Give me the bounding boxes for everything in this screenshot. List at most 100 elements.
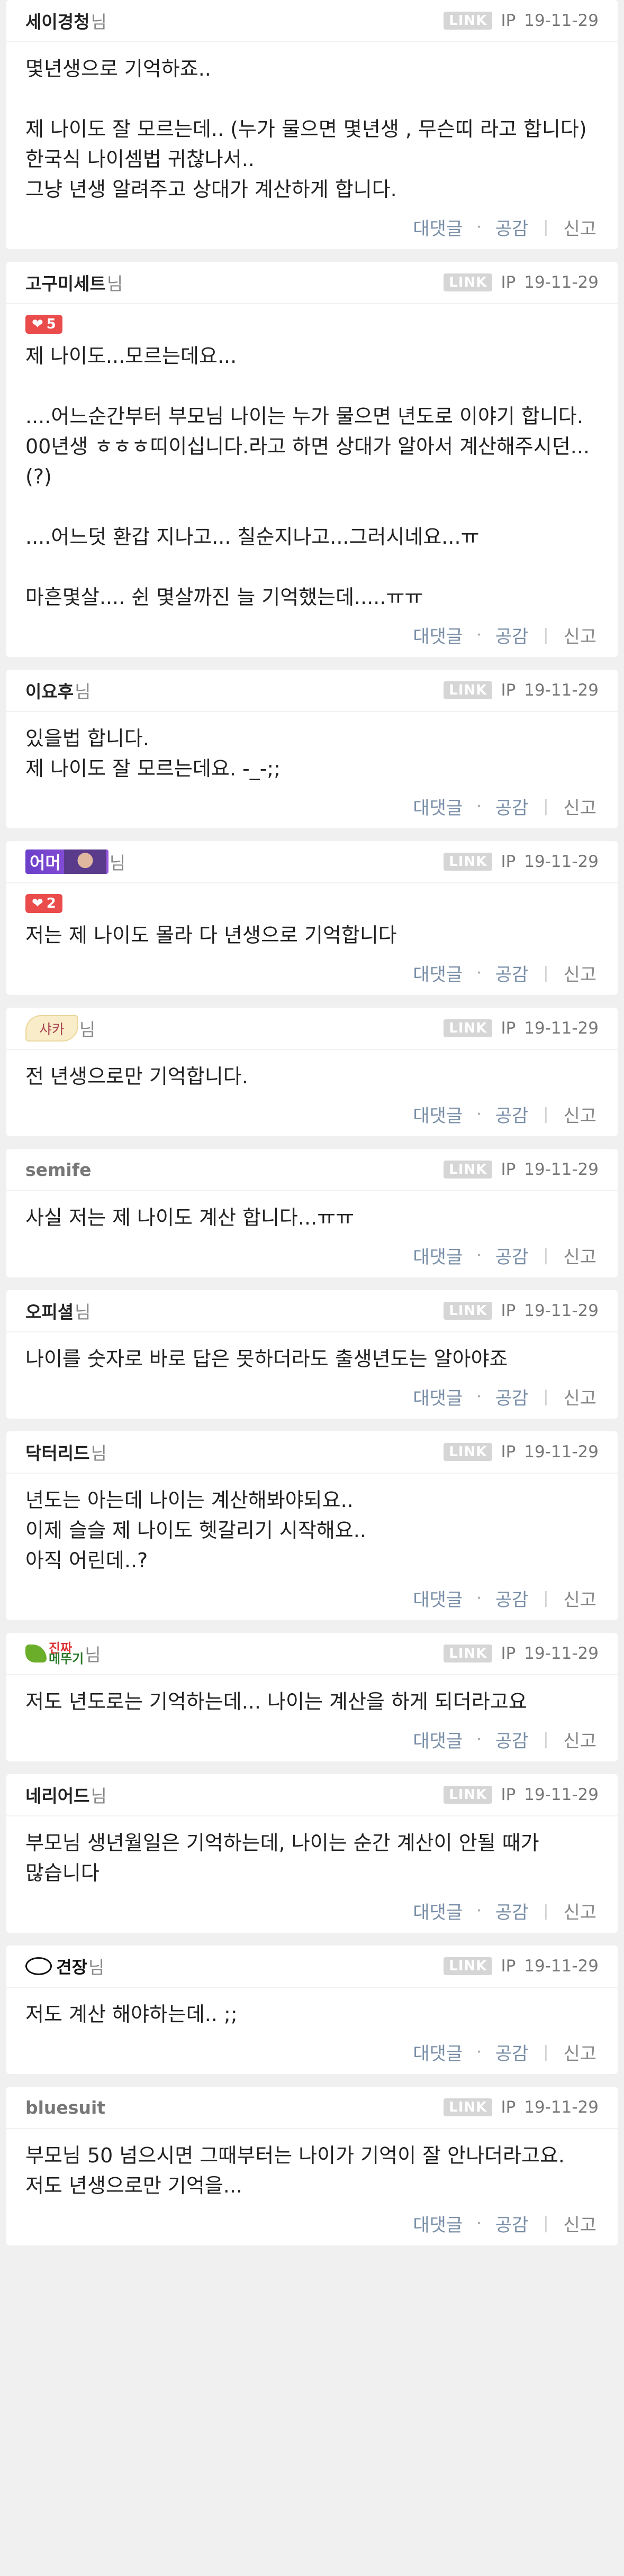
comment-meta: LINK IP 19-11-29 (444, 11, 599, 30)
comment-body: 몇년생으로 기억하죠.. 제 나이도 잘 모르는데.. (누가 물으면 몇년생 … (25, 42, 599, 205)
separator: | (543, 625, 549, 644)
comment-card: 이요후 님 LINK IP 19-11-29 있을법 합니다. 제 나이도 잘 모르는데요… (6, 670, 618, 828)
like-button[interactable]: 공감 (493, 1585, 531, 1611)
comment-header: 이요후 님 LINK IP 19-11-29 (6, 670, 618, 712)
comment-meta: LINK IP 19-11-29 (444, 1957, 599, 1976)
report-button[interactable]: 신고 (561, 1384, 599, 1410)
report-button[interactable]: 신고 (561, 2039, 599, 2065)
comment-meta: LINK IP 19-11-29 (444, 1644, 599, 1663)
like-count-badge: ❤ 5 (25, 315, 62, 334)
like-button[interactable]: 공감 (493, 2210, 531, 2236)
separator: | (543, 2214, 549, 2233)
comment-body: ❤ 5 제 나이도...모르는데요... ....어느순간부터 부모님 나이는 누가… (25, 304, 599, 613)
ip-label: IP (501, 273, 516, 292)
reply-button[interactable]: 대댓글 (411, 1384, 465, 1410)
report-button[interactable]: 신고 (561, 214, 599, 240)
link-badge: LINK (444, 1957, 493, 1975)
separator: | (543, 1246, 549, 1265)
comment-actions: 대댓글 · 공감 | 신고 (25, 1092, 599, 1136)
comment-actions: 대댓글 · 공감 | 신고 (25, 1374, 599, 1419)
like-button[interactable]: 공감 (493, 2039, 531, 2065)
comment-body: 나이를 숫자로 바로 답은 못하더라도 출생년도는 알아야죠 (25, 1332, 599, 1374)
link-badge: LINK (444, 1645, 493, 1662)
comment-card: 네리어드 님 LINK IP 19-11-29 부모님 생년월일은 기억하는데, 나이는 … (6, 1774, 618, 1933)
comment-date: 19-11-29 (524, 11, 599, 30)
nickname[interactable]: 네리어드 (25, 1782, 89, 1807)
ip-label: IP (501, 852, 516, 871)
heart-icon: ❤ (32, 896, 43, 911)
reply-button[interactable]: 대댓글 (411, 1101, 465, 1127)
like-button[interactable]: 공감 (493, 1243, 531, 1268)
nickname-image[interactable]: 어머 (25, 849, 108, 874)
nickname-image[interactable]: 샤카 (25, 1015, 78, 1042)
comment-actions: 대댓글 · 공감 | 신고 (25, 613, 599, 657)
nickname-text: 견장 (56, 1957, 87, 1977)
report-button[interactable]: 신고 (561, 1101, 599, 1127)
report-button[interactable]: 신고 (561, 1585, 599, 1611)
comment-body: 부모님 50 넘으시면 그때부터는 나이가 기억이 잘 안나더라고요. 저도 년… (25, 2129, 599, 2201)
nickname-image[interactable]: 진짜 메뚜기 (25, 1641, 84, 1666)
separator: | (543, 1588, 549, 1607)
like-button[interactable]: 공감 (493, 622, 531, 648)
comment-body: 전 년생으로만 기억합니다. (25, 1050, 599, 1092)
nickname[interactable]: 닥터리드 (25, 1439, 89, 1465)
nickname[interactable]: semife (25, 1159, 91, 1180)
like-button[interactable]: 공감 (493, 1384, 531, 1410)
like-button[interactable]: 공감 (493, 1101, 531, 1127)
comment-meta: LINK IP 19-11-29 (444, 852, 599, 871)
avatar-image (64, 849, 106, 874)
nickname-suffix: 님 (79, 1019, 96, 1040)
reply-button[interactable]: 대댓글 (411, 1898, 465, 1924)
ip-label: IP (501, 1785, 516, 1804)
nickname[interactable]: 오피셜 (25, 1298, 74, 1323)
comment-actions: 대댓글 · 공감 | 신고 (25, 2201, 599, 2245)
comment-text: 나이를 숫자로 바로 답은 못하더라도 출생년도는 알아야죠 (25, 1347, 508, 1371)
reply-button[interactable]: 대댓글 (411, 214, 465, 240)
separator: | (543, 1730, 549, 1749)
like-button[interactable]: 공감 (493, 960, 531, 986)
reply-button[interactable]: 대댓글 (411, 960, 465, 986)
reply-button[interactable]: 대댓글 (411, 2210, 465, 2236)
comment-header: 네리어드 님 LINK IP 19-11-29 (6, 1774, 618, 1816)
reply-button[interactable]: 대댓글 (411, 1585, 465, 1611)
report-button[interactable]: 신고 (561, 1898, 599, 1924)
report-button[interactable]: 신고 (561, 2210, 599, 2236)
comment-header: semife LINK IP 19-11-29 (6, 1149, 618, 1191)
report-button[interactable]: 신고 (561, 1243, 599, 1268)
report-button[interactable]: 신고 (561, 622, 599, 648)
report-button[interactable]: 신고 (561, 793, 599, 819)
like-button[interactable]: 공감 (493, 1727, 531, 1752)
comment-meta: LINK IP 19-11-29 (444, 1019, 599, 1038)
reply-button[interactable]: 대댓글 (411, 1243, 465, 1268)
ip-label: IP (501, 1644, 516, 1663)
comment-body: 년도는 아는데 나이는 계산해봐야되요.. 이제 슬슬 제 나이도 헷갈리기 시… (25, 1474, 599, 1576)
nickname-suffix: 님 (106, 273, 123, 294)
comment-text: 저도 년도로는 기억하는데... 나이는 계산을 하게 되더라고요 (25, 1690, 527, 1713)
reply-button[interactable]: 대댓글 (411, 1727, 465, 1752)
like-button[interactable]: 공감 (493, 793, 531, 819)
report-button[interactable]: 신고 (561, 1727, 599, 1752)
nickname[interactable]: bluesuit (25, 2097, 105, 2118)
comment-header: 세이경청 님 LINK IP 19-11-29 (6, 0, 618, 42)
comment-header: 견장 님 LINK IP 19-11-29 (6, 1945, 618, 1988)
like-button[interactable]: 공감 (493, 1898, 531, 1924)
nickname-image[interactable]: 견장 (25, 1954, 87, 1978)
comment-text: 부모님 생년월일은 기억하는데, 나이는 순간 계산이 안될 때가 많습니다 (25, 1831, 546, 1885)
reply-button[interactable]: 대댓글 (411, 793, 465, 819)
comment-actions: 대댓글 · 공감 | 신고 (25, 784, 599, 828)
nickname[interactable]: 세이경청 (25, 8, 89, 33)
report-button[interactable]: 신고 (561, 960, 599, 986)
reply-button[interactable]: 대댓글 (411, 2039, 465, 2065)
comment-card: 견장 님 LINK IP 19-11-29 저도 계산 해야하는데.. ;; 대댓글 · 공감 |… (6, 1945, 618, 2074)
like-count: 2 (46, 896, 56, 911)
like-button[interactable]: 공감 (493, 214, 531, 240)
nickname[interactable]: 이요후 (25, 678, 74, 703)
grasshopper-icon (25, 1645, 47, 1662)
comment-header: 오피셜 님 LINK IP 19-11-29 (6, 1290, 618, 1332)
comment-card: 어머 님 LINK IP 19-11-29 ❤ 2 저는 제 나이도 몰라 다 년생으로 기억… (6, 841, 618, 995)
comment-text: 전 년생으로만 기억합니다. (25, 1065, 248, 1088)
nickname-suffix: 님 (75, 681, 91, 702)
comment-date: 19-11-29 (524, 2098, 599, 2117)
reply-button[interactable]: 대댓글 (411, 622, 465, 648)
nickname[interactable]: 고구미세트 (25, 270, 106, 295)
